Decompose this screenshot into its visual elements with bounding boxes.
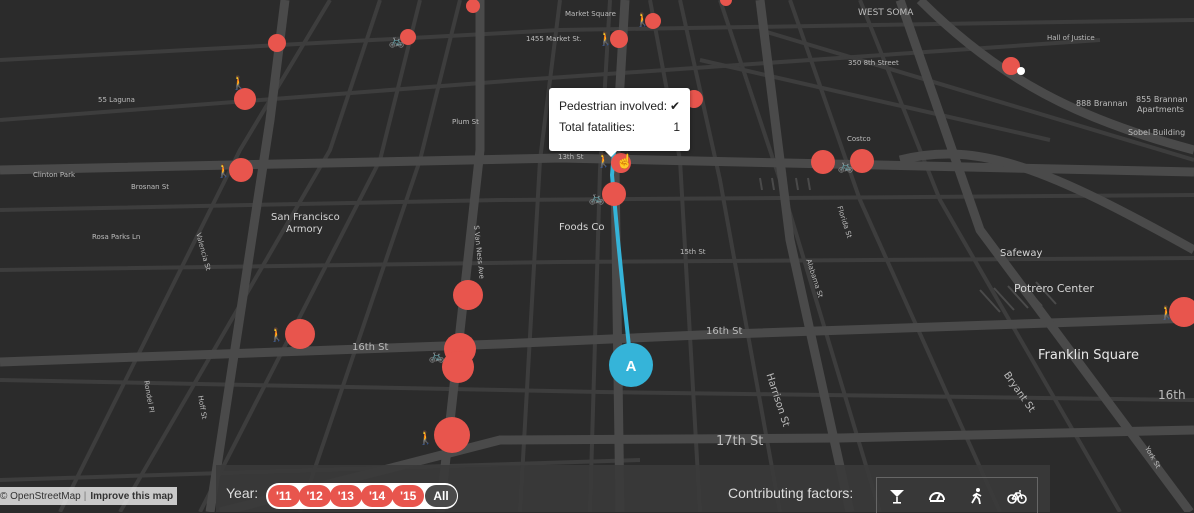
pin-icon <box>1017 67 1025 75</box>
label-safeway: Safeway <box>1000 248 1043 259</box>
label-16th-st-left: 16th St <box>352 342 389 353</box>
year-button-all[interactable]: All <box>425 485 457 507</box>
label-potrero-center: Potrero Center <box>1014 282 1094 295</box>
pedestrian-involved-label: Pedestrian involved: <box>559 99 668 113</box>
factor-filter <box>876 477 1038 513</box>
incident-marker <box>285 319 315 349</box>
label-hall-of-justice: Hall of Justice <box>1047 34 1095 42</box>
incident-marker <box>234 88 256 110</box>
pedestrian-icon: 🚶 <box>1159 305 1175 321</box>
total-fatalities-label: Total fatalities: <box>559 120 636 134</box>
bicycle-icon: 🚲 <box>389 34 405 49</box>
pedestrian-icon: 🚶 <box>231 75 247 91</box>
pedestrian-factor-button[interactable] <box>963 482 991 510</box>
label-foods-co: Foods Co <box>559 222 605 233</box>
map-attribution: © OpenStreetMap | Improve this map <box>0 487 178 505</box>
alcohol-factor-button[interactable] <box>883 482 911 510</box>
incident-tooltip: Pedestrian involved: ✔ Total fatalities:… <box>549 88 690 157</box>
label-costco: Costco <box>847 135 871 143</box>
label-rosa-parks: Rosa Parks Ln <box>92 233 141 241</box>
label-brosnan-st: Brosnan St <box>131 183 170 191</box>
label-sobel: Sobel Building <box>1128 128 1186 137</box>
speedometer-icon <box>929 491 945 502</box>
label-west-soma: WEST SOMA <box>858 8 914 18</box>
contributing-factors-label: Contributing factors: <box>728 485 854 501</box>
bicycle-icon: 🚲 <box>838 159 854 174</box>
incident-marker <box>602 182 626 206</box>
improve-map-link[interactable]: Improve this map <box>90 491 173 502</box>
total-fatalities-value: 1 <box>673 120 680 134</box>
speed-factor-button[interactable] <box>923 482 951 510</box>
label-market-st: 1455 Market St. <box>526 35 582 43</box>
label-market-square: Market Square <box>565 10 616 18</box>
label-17th-st: 17th St <box>716 434 764 449</box>
label-16th-st-right: 16th St <box>706 326 743 337</box>
hand-cursor-icon: ☝ <box>616 152 633 170</box>
attribution-separator: | <box>83 490 87 502</box>
year-label: Year: <box>226 485 259 501</box>
pedestrian-icon <box>971 487 982 504</box>
incident-marker <box>442 351 474 383</box>
incident-marker <box>268 34 286 52</box>
incident-marker <box>434 417 470 453</box>
year-button-2012[interactable]: '12 <box>298 485 331 507</box>
bicycle-icon <box>1007 489 1027 504</box>
label-13th-st: 13th St <box>558 153 584 161</box>
incident-marker <box>453 280 483 310</box>
label-plum-st: Plum St <box>452 118 479 126</box>
pedestrian-involved-value: ✔ <box>669 99 680 113</box>
osm-copyright-link[interactable]: © OpenStreetMap <box>0 491 81 502</box>
label-sf-armory-1: San Francisco <box>271 212 340 223</box>
route-marker-label: A <box>626 358 637 375</box>
bicycle-icon: 🚲 <box>589 191 605 206</box>
pedestrian-icon: 🚶 <box>269 327 285 343</box>
year-button-2011[interactable]: '11 <box>268 485 300 507</box>
label-350-8th: 350 8th Street <box>848 59 899 67</box>
label-apartments: Apartments <box>1137 105 1184 114</box>
label-15th-st: 15th St <box>680 248 706 256</box>
cocktail-icon <box>890 489 904 504</box>
label-16th-far: 16th <box>1158 388 1186 402</box>
tooltip-arrow <box>605 151 617 157</box>
pedestrian-icon: 🚶 <box>418 430 434 446</box>
year-button-2015[interactable]: '15 <box>392 485 425 507</box>
bicycle-factor-button[interactable] <box>1003 482 1031 510</box>
pedestrian-icon: 🚶 <box>598 31 614 47</box>
pedestrian-icon: 🚶 <box>635 12 651 28</box>
filter-controls: Year: '11 '12 '13 '14 '15 All Contributi… <box>216 465 1050 513</box>
incident-marker <box>811 150 835 174</box>
label-55-laguna: 55 Laguna <box>98 96 135 104</box>
pedestrian-icon: 🚶 <box>216 163 232 179</box>
year-filter: '11 '12 '13 '14 '15 All <box>266 483 458 509</box>
year-button-2013[interactable]: '13 <box>329 485 362 507</box>
label-sf-armory-2: Armory <box>286 224 323 235</box>
bicycle-icon: 🚲 <box>429 349 445 364</box>
incident-marker <box>229 158 253 182</box>
label-franklin-square: Franklin Square <box>1038 348 1139 363</box>
label-clinton-park: Clinton Park <box>33 171 76 179</box>
year-button-2014[interactable]: '14 <box>360 485 394 507</box>
label-888-brannan: 888 Brannan <box>1076 99 1128 108</box>
label-855-brannan: 855 Brannan <box>1136 95 1188 104</box>
